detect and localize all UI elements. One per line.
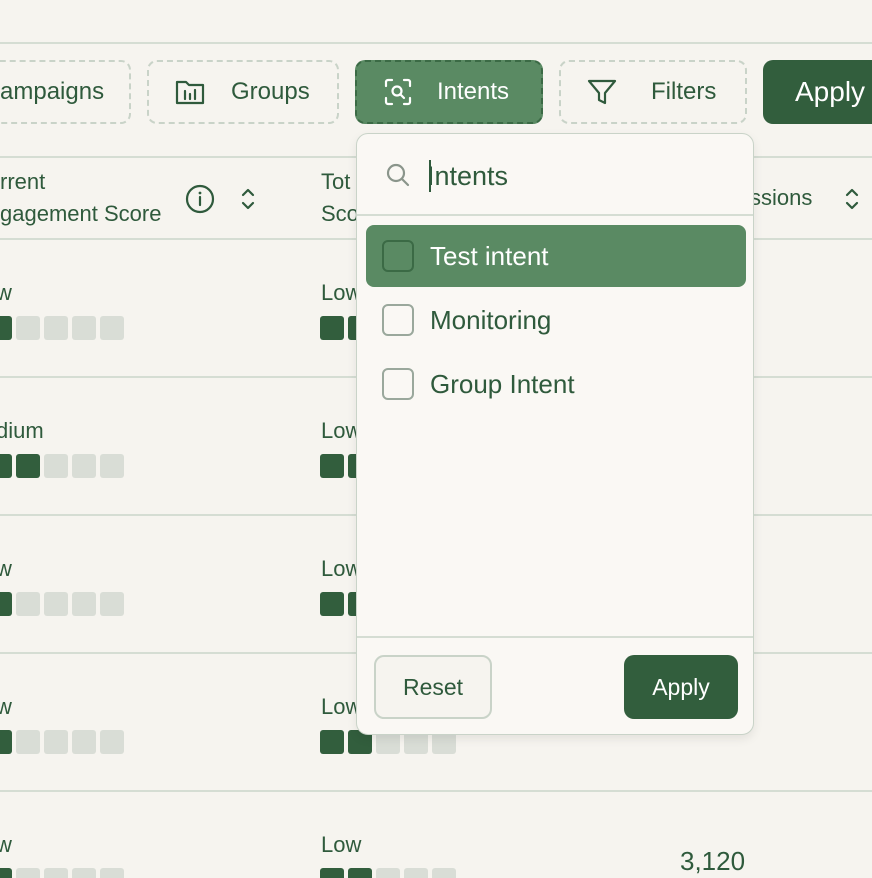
score-bar-filled bbox=[0, 730, 12, 754]
current-level-label: dium bbox=[0, 418, 44, 443]
score-bar-empty bbox=[100, 454, 124, 478]
search-icon bbox=[385, 162, 411, 193]
current-engagement-header-line2: gagement Score bbox=[0, 201, 162, 226]
score-bar-filled bbox=[320, 730, 344, 754]
score-bar-empty bbox=[404, 868, 428, 878]
score-bar-filled bbox=[16, 454, 40, 478]
checkbox[interactable] bbox=[382, 368, 414, 400]
intents-dropdown: Test intent Monitoring Group Intent Rese… bbox=[356, 133, 754, 735]
intent-option-test-intent[interactable]: Test intent bbox=[366, 225, 746, 287]
score-bar-empty bbox=[72, 730, 96, 754]
checkbox[interactable] bbox=[382, 304, 414, 336]
sessions-value: 3,120 bbox=[680, 846, 746, 876]
scan-search-icon bbox=[383, 77, 413, 107]
current-level-label: w bbox=[0, 832, 12, 857]
score-bar-empty bbox=[72, 592, 96, 616]
score-bar-filled bbox=[0, 868, 12, 878]
score-bar-empty bbox=[100, 316, 124, 340]
intents-filter-label: Intents bbox=[437, 78, 510, 105]
intents-search-bar bbox=[357, 134, 753, 216]
current-level-label: w bbox=[0, 556, 12, 581]
current-engagement-header[interactable]: rrent gagement Score bbox=[0, 166, 161, 230]
current-score-bars bbox=[0, 730, 124, 754]
current-level-label: w bbox=[0, 280, 12, 305]
score-bar-empty bbox=[72, 454, 96, 478]
score-bar-empty bbox=[100, 730, 124, 754]
score-bar-empty bbox=[100, 868, 124, 878]
groups-filter-label: Groups bbox=[231, 78, 310, 105]
score-bar-empty bbox=[72, 316, 96, 340]
score-bar-filled bbox=[0, 316, 12, 340]
intent-option-label: Monitoring bbox=[430, 304, 552, 335]
row-divider bbox=[0, 790, 872, 792]
intent-option-label: Group Intent bbox=[430, 368, 575, 399]
sessions-header[interactable]: ssions bbox=[750, 182, 812, 214]
score-bar-filled bbox=[320, 316, 344, 340]
filters-button[interactable]: Filters bbox=[559, 60, 747, 124]
score-bar-empty bbox=[16, 730, 40, 754]
score-bar-empty bbox=[44, 868, 68, 878]
intent-option-monitoring[interactable]: Monitoring bbox=[366, 289, 746, 351]
score-bar-filled bbox=[0, 592, 12, 616]
sort-current-engagement-icon[interactable] bbox=[238, 186, 258, 217]
current-score-bars bbox=[0, 454, 124, 478]
toolbar-top-divider bbox=[0, 42, 872, 44]
score-bar-filled bbox=[348, 868, 372, 878]
filters-label: Filters bbox=[651, 78, 717, 105]
info-icon[interactable] bbox=[185, 184, 215, 219]
score-bar-empty bbox=[16, 868, 40, 878]
funnel-icon bbox=[587, 78, 617, 106]
score-bar-empty bbox=[72, 868, 96, 878]
score-bar-empty bbox=[16, 592, 40, 616]
score-bar-empty bbox=[100, 592, 124, 616]
apply-button[interactable]: Apply bbox=[624, 655, 738, 719]
score-bar-empty bbox=[376, 868, 400, 878]
score-bar-empty bbox=[44, 730, 68, 754]
total-score-bars bbox=[320, 868, 456, 878]
sort-sessions-icon[interactable] bbox=[842, 186, 862, 217]
intents-search-input[interactable] bbox=[427, 156, 727, 196]
score-bar-empty bbox=[432, 868, 456, 878]
dropdown-footer-divider bbox=[357, 636, 753, 638]
score-bar-filled bbox=[320, 592, 344, 616]
current-score-bars bbox=[0, 592, 124, 616]
intent-option-label: Test intent bbox=[430, 240, 549, 271]
apply-filters-button[interactable]: Apply bbox=[763, 60, 872, 124]
campaigns-filter-button[interactable]: ampaigns bbox=[0, 60, 131, 124]
groups-filter-button[interactable]: Groups bbox=[147, 60, 339, 124]
current-score-bars bbox=[0, 316, 124, 340]
score-bar-empty bbox=[16, 316, 40, 340]
reset-button[interactable]: Reset bbox=[374, 655, 492, 719]
score-bar-filled bbox=[320, 454, 344, 478]
folder-chart-icon bbox=[175, 78, 205, 106]
intent-option-group-intent[interactable]: Group Intent bbox=[366, 353, 746, 415]
score-bar-filled bbox=[0, 454, 12, 478]
text-caret bbox=[429, 160, 431, 192]
score-bar-filled bbox=[320, 868, 344, 878]
total-score-header-line1: Tot bbox=[321, 169, 351, 194]
total-score-header[interactable]: Tot Sco bbox=[321, 166, 359, 230]
checkbox[interactable] bbox=[382, 240, 414, 272]
current-level-label: w bbox=[0, 694, 12, 719]
score-bar-empty bbox=[44, 592, 68, 616]
intents-filter-button[interactable]: Intents bbox=[355, 60, 543, 124]
score-bar-empty bbox=[44, 316, 68, 340]
campaigns-filter-label: ampaigns bbox=[0, 78, 105, 105]
total-score-header-line2: Sco bbox=[321, 201, 359, 226]
current-engagement-header-line1: rrent bbox=[0, 169, 46, 194]
current-score-bars bbox=[0, 868, 124, 878]
total-level-label: Low bbox=[321, 832, 362, 857]
score-bar-empty bbox=[44, 454, 68, 478]
